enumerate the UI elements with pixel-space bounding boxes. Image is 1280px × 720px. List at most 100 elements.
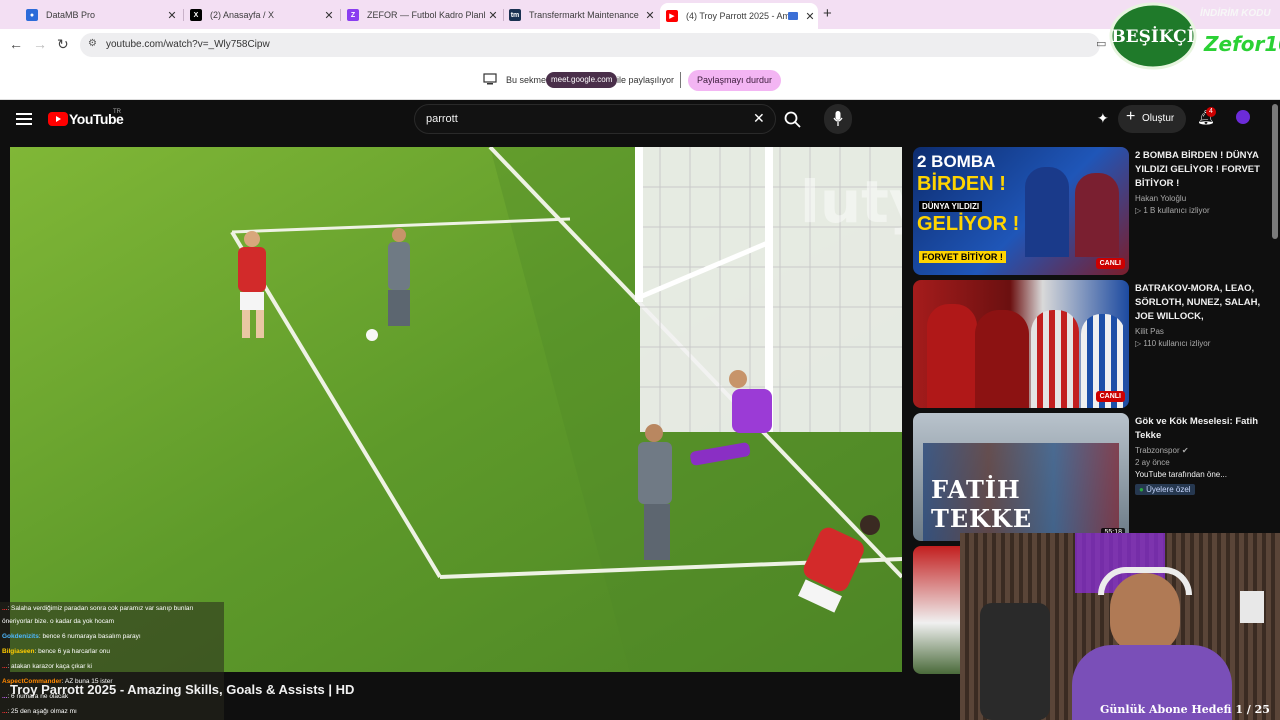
menu-icon[interactable] — [16, 113, 32, 126]
members-icon: ● — [1139, 485, 1144, 494]
close-icon[interactable]: ✕ — [321, 9, 337, 22]
thumbnail-text: 2 BOMBA — [917, 152, 996, 171]
chat-message: Bilgiaseen: bence 6 ya harcarlar onu — [2, 648, 111, 655]
video-thumbnail[interactable]: FATİH TEKKE 55:18 — [913, 413, 1129, 541]
site-info-icon[interactable]: ⚙ — [88, 38, 97, 49]
x-logo-icon: X — [190, 9, 202, 21]
youtube-logo-icon[interactable] — [48, 112, 68, 126]
recommended-video[interactable]: 2 BOMBA BİRDEN ! DÜNYA YILDIZI GELİYOR !… — [913, 147, 1273, 275]
chair — [980, 603, 1050, 720]
tab-title: ZEFOR — Futbol Kadro Planlam — [367, 10, 485, 20]
tab-transfermarkt[interactable]: tm Transfermarkt Maintenance ✕ — [503, 4, 658, 26]
channel-name[interactable]: Kilit Pas — [1135, 327, 1265, 336]
url-text[interactable]: youtube.com/watch?v=_Wly758Cipw — [106, 39, 270, 50]
video-thumbnail[interactable]: CANLI — [913, 280, 1129, 408]
zefor-icon: Z — [347, 9, 359, 21]
thumbnail-text: BİRDEN ! — [917, 173, 1006, 195]
chat-message: ...: Salaha verdiğimiz paradan sonra cok… — [2, 605, 194, 612]
recommended-title[interactable]: Gök ve Kök Meselesi: Fatih Tekke — [1135, 415, 1265, 443]
video-frame: luty — [10, 147, 902, 672]
forward-arrow-icon[interactable]: → — [33, 36, 47, 52]
tab-youtube-active[interactable]: ▶ (4) Troy Parrott 2025 - Ama ✕ — [660, 3, 818, 29]
tab-title: Transfermarkt Maintenance — [529, 10, 639, 20]
close-icon[interactable]: ✕ — [164, 9, 180, 22]
clear-search-icon[interactable]: ✕ — [753, 110, 765, 127]
address-bar[interactable]: ⚙ youtube.com/watch?v=_Wly758Cipw — [80, 33, 1100, 57]
tab-title: (2) Anasayfa / X — [210, 10, 275, 20]
webcam-overlay — [960, 533, 1280, 720]
tab-sharing-bar: Bu sekme meet.google.com ile paylaşılıyo… — [0, 60, 1280, 100]
sharing-suffix: ile paylaşılıyor — [617, 75, 675, 85]
page-scrollbar[interactable] — [1272, 104, 1278, 239]
create-label: Oluştur — [1142, 113, 1175, 124]
thumbnail-person — [975, 310, 1029, 408]
back-arrow-icon[interactable]: ← — [9, 36, 23, 52]
screen-share-icon — [483, 73, 497, 85]
live-badge: CANLI — [1095, 391, 1125, 402]
notification-count-badge: 4 — [1206, 107, 1216, 117]
video-watermark: luty — [800, 168, 902, 236]
close-icon[interactable]: ✕ — [642, 9, 658, 22]
subscriber-goal: Günlük Abone Hedefi 1 / 25 — [1100, 703, 1270, 716]
video-player[interactable]: luty — [10, 147, 902, 672]
plus-icon: + — [1126, 108, 1136, 125]
thumbnail-text: GELİYOR ! — [917, 213, 1020, 235]
recommended-video[interactable]: CANLI BATRAKOV-MORA, LEAO, SÖRLOTH, NUNE… — [913, 280, 1273, 408]
tab-datamb[interactable]: ● DataMB Pro ✕ — [20, 4, 180, 26]
search-icon[interactable] — [784, 111, 801, 128]
youtube-header: YouTube TR parrott ✕ ✦ + Oluştur 🔔︎ 4 — [0, 101, 1280, 141]
stop-sharing-button[interactable]: Paylaşmayı durdur — [688, 70, 782, 91]
video-thumbnail[interactable]: 2 BOMBA BİRDEN ! DÜNYA YILDIZI GELİYOR !… — [913, 147, 1129, 275]
tab-title: DataMB Pro — [46, 10, 96, 20]
live-viewers: ▷ 1 B kullanıcı izliyor — [1135, 206, 1210, 215]
reload-icon[interactable]: ↻ — [57, 36, 69, 53]
ball — [366, 329, 378, 341]
datamb-icon: ● — [26, 9, 38, 21]
zefor-logo: Zefor10 — [1204, 32, 1280, 56]
upload-age: 2 ay önce — [1135, 458, 1170, 467]
browser-tab-strip: ● DataMB Pro ✕ X (2) Anasayfa / X ✕ Z ZE… — [0, 0, 1280, 29]
premium-sparkle-icon[interactable]: ✦ — [1097, 110, 1109, 127]
screen-share-icon — [788, 12, 798, 20]
chat-message: ...: 25 den aşağı olmaz mı — [2, 708, 77, 715]
besikci-logo: BEŞİKÇİ — [1109, 2, 1197, 70]
tab-x[interactable]: X (2) Anasayfa / X ✕ — [184, 4, 337, 26]
thumbnail-person — [927, 304, 977, 408]
voice-search-button[interactable] — [824, 104, 852, 134]
thumbnail-person — [1075, 173, 1119, 257]
thumbnail-person — [1031, 310, 1079, 408]
channel-name[interactable]: Hakan Yoloğlu — [1135, 194, 1265, 203]
search-input[interactable]: parrott — [426, 113, 458, 125]
recommended-thumbnail-partial[interactable] — [913, 546, 961, 674]
new-tab-button[interactable]: + — [823, 5, 832, 22]
player-grey-1 — [388, 228, 410, 326]
region-code: TR — [113, 109, 121, 115]
browser-toolbar: ← → ↻ ⚙ youtube.com/watch?v=_Wly758Cipw … — [0, 29, 1280, 60]
close-icon[interactable]: ✕ — [485, 9, 501, 22]
recommended-title[interactable]: 2 BOMBA BİRDEN ! DÜNYA YILDIZI GELİYOR !… — [1135, 149, 1265, 191]
thumbnail-text: DÜNYA YILDIZI — [919, 201, 983, 212]
avatar[interactable] — [1236, 110, 1250, 124]
microphone-icon — [833, 111, 843, 126]
tab-zefor[interactable]: Z ZEFOR — Futbol Kadro Planlam ✕ — [341, 4, 501, 26]
chat-message: Gokdenizits: bence 6 numaraya basalım pa… — [2, 633, 141, 640]
promoted-note: YouTube tarafından öne... — [1135, 470, 1227, 479]
cast-icon[interactable]: ▭ — [1096, 37, 1106, 50]
chat-message: öneriyorlar bize. o kadar da yok hocam — [2, 618, 115, 625]
live-badge: CANLI — [1095, 258, 1125, 269]
divider — [680, 72, 681, 88]
recommended-title[interactable]: BATRAKOV-MORA, LEAO, SÖRLOTH, NUNEZ, SAL… — [1135, 282, 1265, 324]
search-box[interactable]: parrott ✕ — [414, 104, 776, 134]
tab-title: (4) Troy Parrott 2025 - Ama — [686, 11, 788, 21]
youtube-icon: ▶ — [666, 10, 678, 22]
sharing-prefix: Bu sekme — [506, 75, 547, 85]
discount-code-text: İNDİRİM KODU — [1200, 8, 1271, 19]
members-only-badge: ● Üyelere özel — [1135, 484, 1195, 495]
video-title: Troy Parrott 2025 - Amazing Skills, Goal… — [10, 682, 355, 697]
channel-name[interactable]: Trabzonspor ✔︎ — [1135, 446, 1265, 455]
thumbnail-text: FATİH TEKKE — [931, 475, 1033, 533]
recommended-video[interactable]: FATİH TEKKE 55:18 Gök ve Kök Meselesi: F… — [913, 413, 1273, 541]
create-button[interactable]: + Oluştur — [1118, 105, 1186, 133]
close-icon[interactable]: ✕ — [802, 10, 818, 23]
headphones-icon — [1098, 567, 1192, 595]
